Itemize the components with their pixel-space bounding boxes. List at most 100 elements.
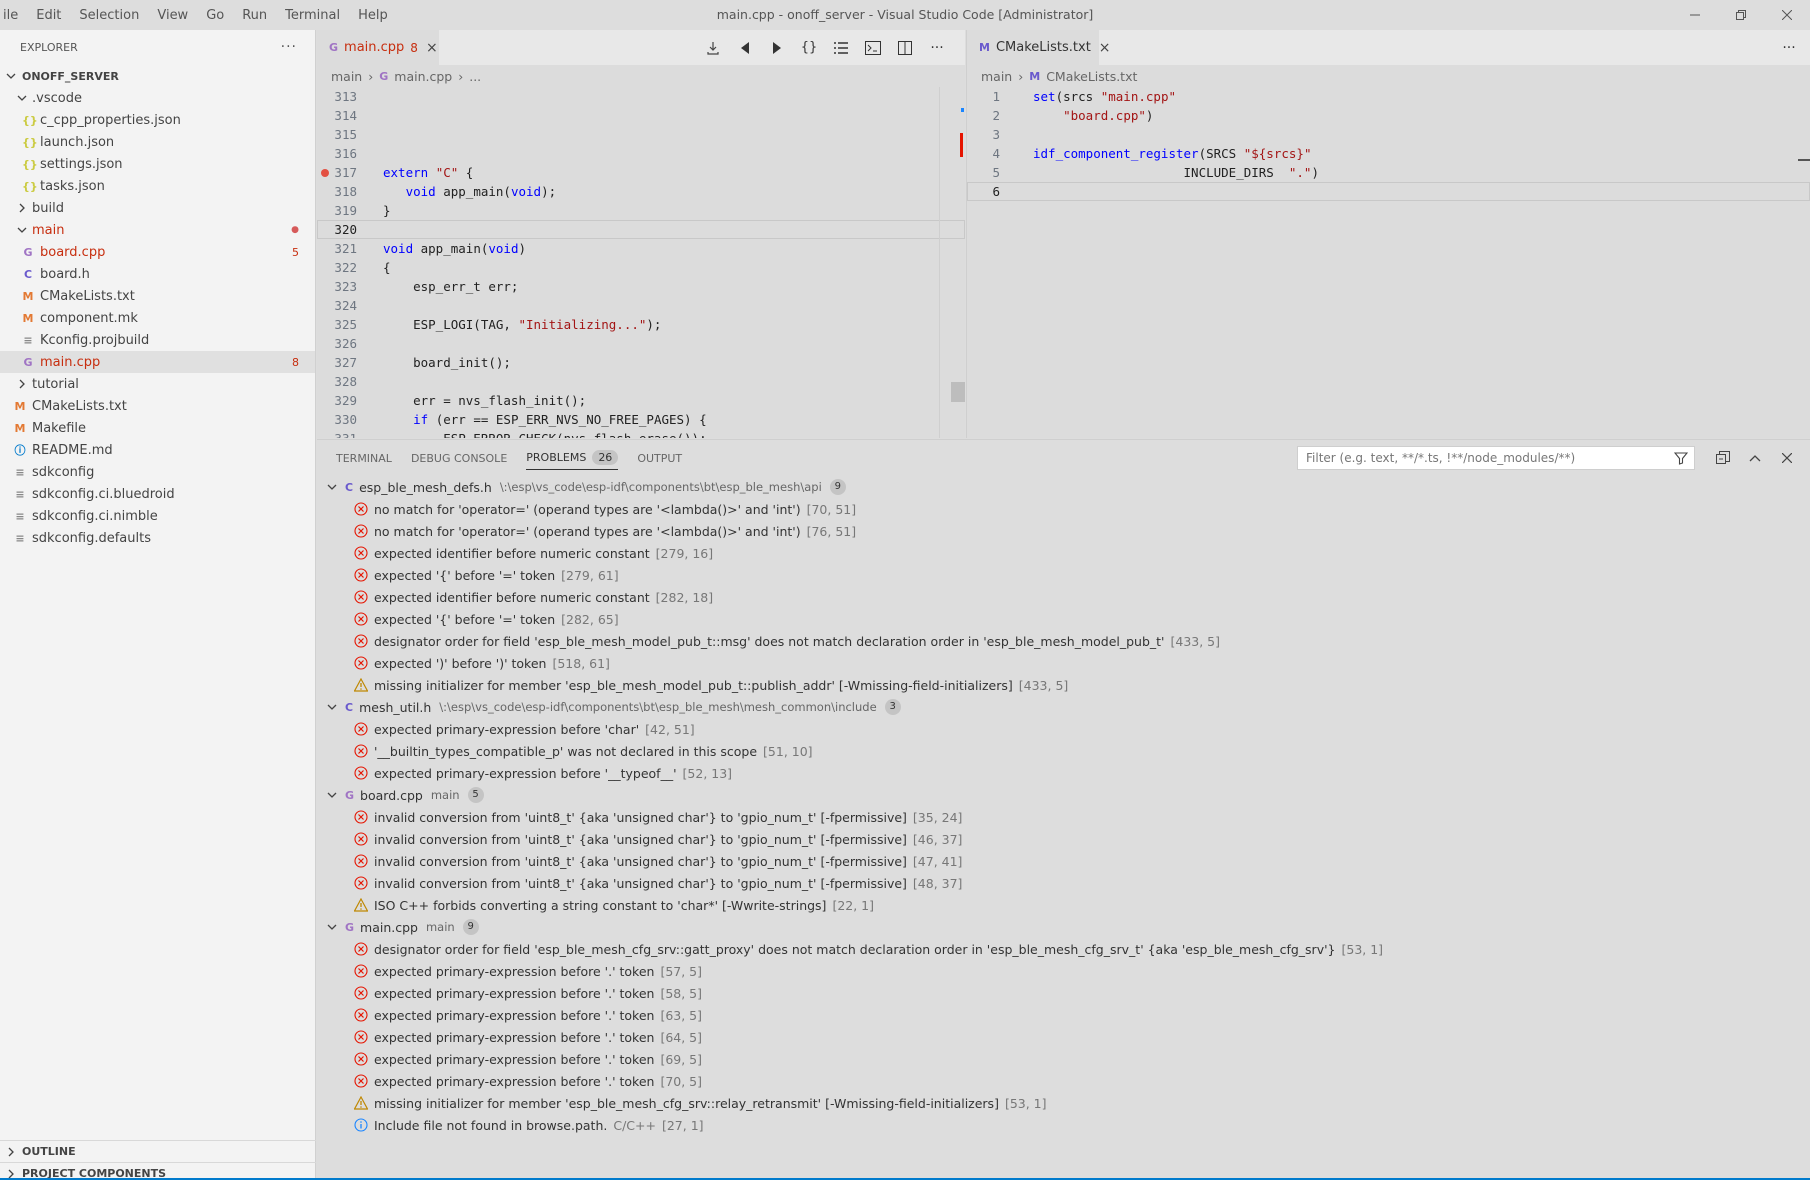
problem-message: invalid conversion from 'uint8_t' {aka '… bbox=[374, 831, 907, 847]
terminal-button[interactable] bbox=[857, 40, 889, 55]
tab-debug-console[interactable]: DEBUG CONSOLE bbox=[411, 440, 507, 476]
tab-terminal[interactable]: TERMINAL bbox=[336, 440, 392, 476]
tree-file[interactable]: {} c_cpp_properties.json bbox=[0, 109, 315, 131]
menu-item-go[interactable]: Go bbox=[197, 8, 233, 23]
problem-row[interactable]: expected primary-expression before 'char… bbox=[317, 718, 1810, 740]
scrollbar-thumb[interactable] bbox=[951, 382, 965, 402]
problem-row[interactable]: missing initializer for member 'esp_ble_… bbox=[317, 1092, 1810, 1114]
problem-row[interactable]: designator order for field 'esp_ble_mesh… bbox=[317, 938, 1810, 960]
menu-item-help[interactable]: Help bbox=[349, 8, 397, 23]
problem-row[interactable]: Include file not found in browse.path. C/… bbox=[317, 1114, 1810, 1136]
problem-row[interactable]: expected '{' before '=' token [279, 61] bbox=[317, 564, 1810, 586]
tree-folder[interactable]: tutorial bbox=[0, 373, 315, 395]
tree-file[interactable]: ≡ sdkconfig.defaults bbox=[0, 527, 315, 549]
breadcrumb-file[interactable]: CMakeLists.txt bbox=[1046, 69, 1137, 84]
close-tab-icon[interactable]: × bbox=[426, 40, 438, 56]
tab-problems[interactable]: PROBLEMS 26 bbox=[526, 446, 619, 470]
problem-row[interactable]: expected primary-expression before '.' t… bbox=[317, 1070, 1810, 1092]
more-actions-button[interactable]: ··· bbox=[921, 40, 953, 56]
breakpoint-icon[interactable] bbox=[321, 169, 329, 177]
tree-file[interactable]: Gmain.cpp 8 bbox=[0, 351, 315, 373]
problem-row[interactable]: missing initializer for member 'esp_ble_… bbox=[317, 674, 1810, 696]
problem-row[interactable]: ISO C++ forbids converting a string cons… bbox=[317, 894, 1810, 916]
problem-row[interactable]: expected primary-expression before '.' t… bbox=[317, 960, 1810, 982]
problem-file-group[interactable]: Gboard.cpp main 5 bbox=[317, 784, 1810, 806]
problem-file-group[interactable]: Gmain.cpp main 9 bbox=[317, 916, 1810, 938]
problem-row[interactable]: invalid conversion from 'uint8_t' {aka '… bbox=[317, 872, 1810, 894]
menu-item-run[interactable]: Run bbox=[233, 8, 276, 23]
problem-row[interactable]: expected identifier before numeric const… bbox=[317, 542, 1810, 564]
problem-row[interactable]: expected '{' before '=' token [282, 65] bbox=[317, 608, 1810, 630]
breadcrumb-folder[interactable]: main bbox=[981, 69, 1012, 84]
code-editor[interactable]: 313 314 315 316 317 extern "C" {318 void app_… bbox=[317, 87, 965, 438]
tree-folder[interactable]: build bbox=[0, 197, 315, 219]
outline-label: OUTLINE bbox=[22, 1145, 76, 1158]
tree-file[interactable]: Cboard.h bbox=[0, 263, 315, 285]
tab-main-cpp[interactable]: G main.cpp 8 × bbox=[317, 30, 439, 65]
problem-row[interactable]: expected primary-expression before '.' t… bbox=[317, 1026, 1810, 1048]
breadcrumb-symbol[interactable]: ... bbox=[469, 69, 481, 84]
restore-button[interactable] bbox=[1718, 0, 1764, 30]
close-panel-button[interactable] bbox=[1771, 453, 1803, 463]
tree-file[interactable]: {} tasks.json bbox=[0, 175, 315, 197]
menu-item-selection[interactable]: Selection bbox=[70, 8, 148, 23]
filter-icon[interactable] bbox=[1674, 451, 1688, 465]
problems-filter-input[interactable]: Filter (e.g. text, **/*.ts, !**/node_mod… bbox=[1297, 446, 1695, 470]
code-line: 321 void app_main(void) bbox=[317, 239, 965, 258]
tree-file[interactable]: ≡ sdkconfig.ci.nimble bbox=[0, 505, 315, 527]
problem-row[interactable]: expected ')' before ')' token [518, 61] bbox=[317, 652, 1810, 674]
collapse-all-button[interactable] bbox=[1707, 451, 1739, 465]
problem-row[interactable]: no match for 'operator=' (operand types … bbox=[317, 520, 1810, 542]
minimize-button[interactable] bbox=[1672, 0, 1718, 30]
close-tab-icon[interactable]: × bbox=[1099, 40, 1111, 56]
braces-button[interactable]: {} bbox=[793, 40, 825, 55]
problem-row[interactable]: expected primary-expression before '.' t… bbox=[317, 982, 1810, 1004]
more-actions-icon[interactable]: ··· bbox=[281, 39, 297, 55]
problem-row[interactable]: expected primary-expression before '__ty… bbox=[317, 762, 1810, 784]
open-changes-button[interactable] bbox=[697, 41, 729, 55]
list-button[interactable] bbox=[825, 41, 857, 54]
problem-row[interactable]: designator order for field 'esp_ble_mesh… bbox=[317, 630, 1810, 652]
code-editor[interactable]: 1 set(srcs "main.cpp" 2 "board.cpp") 3 4 idf_… bbox=[967, 87, 1810, 438]
tree-file[interactable]: M CMakeLists.txt bbox=[0, 285, 315, 307]
tab-cmakelists[interactable]: M CMakeLists.txt × bbox=[967, 30, 1111, 65]
problem-row[interactable]: expected primary-expression before '.' t… bbox=[317, 1048, 1810, 1070]
breadcrumb-folder[interactable]: main bbox=[331, 69, 362, 84]
menu-item-edit[interactable]: Edit bbox=[27, 8, 70, 23]
problem-row[interactable]: expected primary-expression before '.' t… bbox=[317, 1004, 1810, 1026]
tab-output[interactable]: OUTPUT bbox=[637, 440, 682, 476]
problem-row[interactable]: invalid conversion from 'uint8_t' {aka '… bbox=[317, 850, 1810, 872]
menu-item-terminal[interactable]: Terminal bbox=[276, 8, 349, 23]
outline-section[interactable]: OUTLINE bbox=[0, 1140, 316, 1162]
problem-row[interactable]: no match for 'operator=' (operand types … bbox=[317, 498, 1810, 520]
tree-file[interactable]: M Makefile bbox=[0, 417, 315, 439]
problem-row[interactable]: '__builtin_types_compatible_p' was not d… bbox=[317, 740, 1810, 762]
menu-item-view[interactable]: View bbox=[148, 8, 197, 23]
tree-file[interactable]: Gboard.cpp 5 bbox=[0, 241, 315, 263]
more-actions-button[interactable]: ··· bbox=[1773, 40, 1805, 56]
tree-folder[interactable]: .vscode bbox=[0, 87, 315, 109]
tree-file[interactable]: ≡ Kconfig.projbuild bbox=[0, 329, 315, 351]
tree-file[interactable]: ⓘ README.md bbox=[0, 439, 315, 461]
close-window-button[interactable] bbox=[1764, 0, 1810, 30]
menu-item-ile[interactable]: ile bbox=[0, 8, 27, 23]
tree-folder[interactable]: main ● bbox=[0, 219, 315, 241]
tree-file[interactable]: ≡ sdkconfig bbox=[0, 461, 315, 483]
workspace-root[interactable]: ONOFF_SERVER bbox=[0, 65, 315, 87]
problem-file-group[interactable]: Cmesh_util.h \:\esp\vs_code\esp-idf\compo… bbox=[317, 696, 1810, 718]
tree-file[interactable]: {} launch.json bbox=[0, 131, 315, 153]
maximize-panel-button[interactable] bbox=[1739, 454, 1771, 462]
go-forward-button[interactable] bbox=[761, 41, 793, 55]
go-back-button[interactable] bbox=[729, 41, 761, 55]
breadcrumb-file[interactable]: main.cpp bbox=[394, 69, 452, 84]
problem-row[interactable]: expected identifier before numeric const… bbox=[317, 586, 1810, 608]
severity-indicator bbox=[354, 722, 368, 736]
problem-row[interactable]: invalid conversion from 'uint8_t' {aka '… bbox=[317, 806, 1810, 828]
tree-file[interactable]: Mcomponent.mk bbox=[0, 307, 315, 329]
tree-file[interactable]: M CMakeLists.txt bbox=[0, 395, 315, 417]
problem-file-group[interactable]: Cesp_ble_mesh_defs.h \:\esp\vs_code\esp-i… bbox=[317, 476, 1810, 498]
problem-row[interactable]: invalid conversion from 'uint8_t' {aka '… bbox=[317, 828, 1810, 850]
split-editor-button[interactable] bbox=[889, 40, 921, 55]
tree-file[interactable]: {} settings.json bbox=[0, 153, 315, 175]
tree-file[interactable]: ≡ sdkconfig.ci.bluedroid bbox=[0, 483, 315, 505]
